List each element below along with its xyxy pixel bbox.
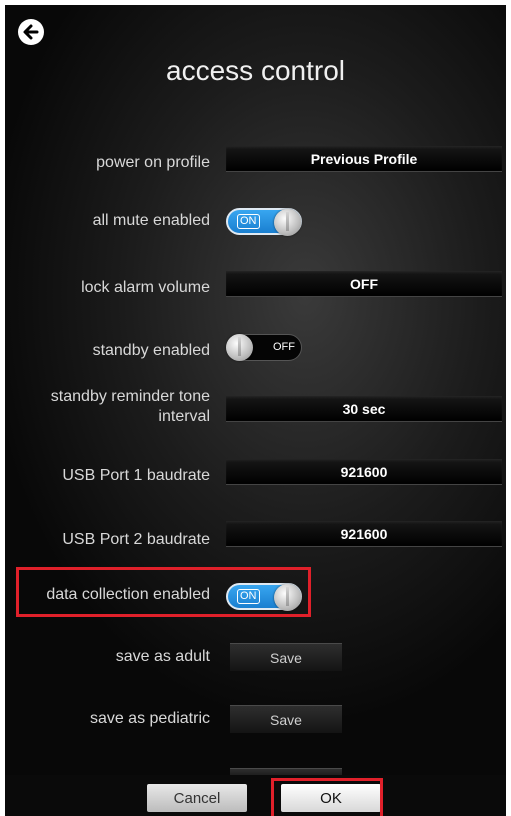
all-mute-enabled-label: all mute enabled [92,212,210,229]
usb1-baudrate-field[interactable]: 921600 [226,459,502,485]
power-on-profile-field[interactable]: Previous Profile [226,146,502,172]
save-as-adult-label: save as adult [115,648,210,665]
standby-reminder-field[interactable]: 30 sec [226,396,502,422]
save-as-pediatric-label: save as pediatric [89,710,210,727]
all-mute-toggle[interactable]: ON [226,208,302,236]
highlight-box-ok [271,778,383,816]
back-button[interactable] [18,19,44,45]
save-adult-button[interactable]: Save [230,643,342,671]
page-title: access control [166,55,345,86]
toggle-state-text: ON [237,214,260,229]
standby-reminder-label-line1: standby reminder tone [50,388,210,405]
power-on-profile-label: power on profile [96,154,210,171]
toggle-knob [226,334,253,361]
lock-alarm-volume-field[interactable]: OFF [226,271,502,297]
highlight-box-data-collection [16,567,311,617]
standby-reminder-label-line2: interval [158,408,210,425]
bottom-action-bar: Cancel OK [5,775,506,816]
standby-enabled-label: standby enabled [92,342,210,359]
usb2-baudrate-label: USB Port 2 baudrate [62,531,210,548]
standby-reminder-label: standby reminder tone interval [5,387,210,427]
usb1-baudrate-label: USB Port 1 baudrate [62,467,210,484]
cancel-button[interactable]: Cancel [147,784,247,812]
usb2-baudrate-field[interactable]: 921600 [226,521,502,547]
standby-toggle[interactable]: OFF [226,334,302,361]
toggle-state-text: OFF [273,341,295,353]
toggle-knob [274,209,301,236]
save-pediatric-button[interactable]: Save [230,705,342,733]
lock-alarm-volume-label: lock alarm volume [81,279,210,296]
access-control-screen: access control power on profile Previous… [5,5,506,816]
arrow-left-icon [23,24,39,40]
